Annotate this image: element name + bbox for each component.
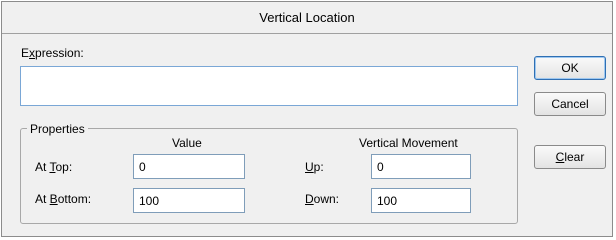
ok-button[interactable]: OK — [534, 56, 606, 80]
value-column-header: Value — [172, 136, 202, 150]
expression-input[interactable] — [20, 66, 518, 106]
vertical-location-dialog: Vertical Location Expression: OK Cancel … — [1, 1, 613, 237]
down-label: Down: — [305, 192, 340, 206]
up-input[interactable] — [371, 154, 471, 179]
properties-legend: Properties — [27, 122, 88, 136]
at-top-label: At Top: — [35, 160, 73, 174]
expression-label: Expression: — [21, 46, 84, 60]
at-bottom-input[interactable] — [133, 188, 245, 213]
vertical-movement-header: Vertical Movement — [359, 136, 458, 150]
clear-button[interactable]: Clear — [534, 145, 606, 169]
cancel-button[interactable]: Cancel — [534, 92, 606, 116]
at-top-input[interactable] — [133, 154, 245, 179]
at-bottom-label: At Bottom: — [35, 192, 92, 206]
up-label: Up: — [305, 160, 324, 174]
dialog-title: Vertical Location — [2, 2, 612, 34]
down-input[interactable] — [371, 188, 471, 213]
